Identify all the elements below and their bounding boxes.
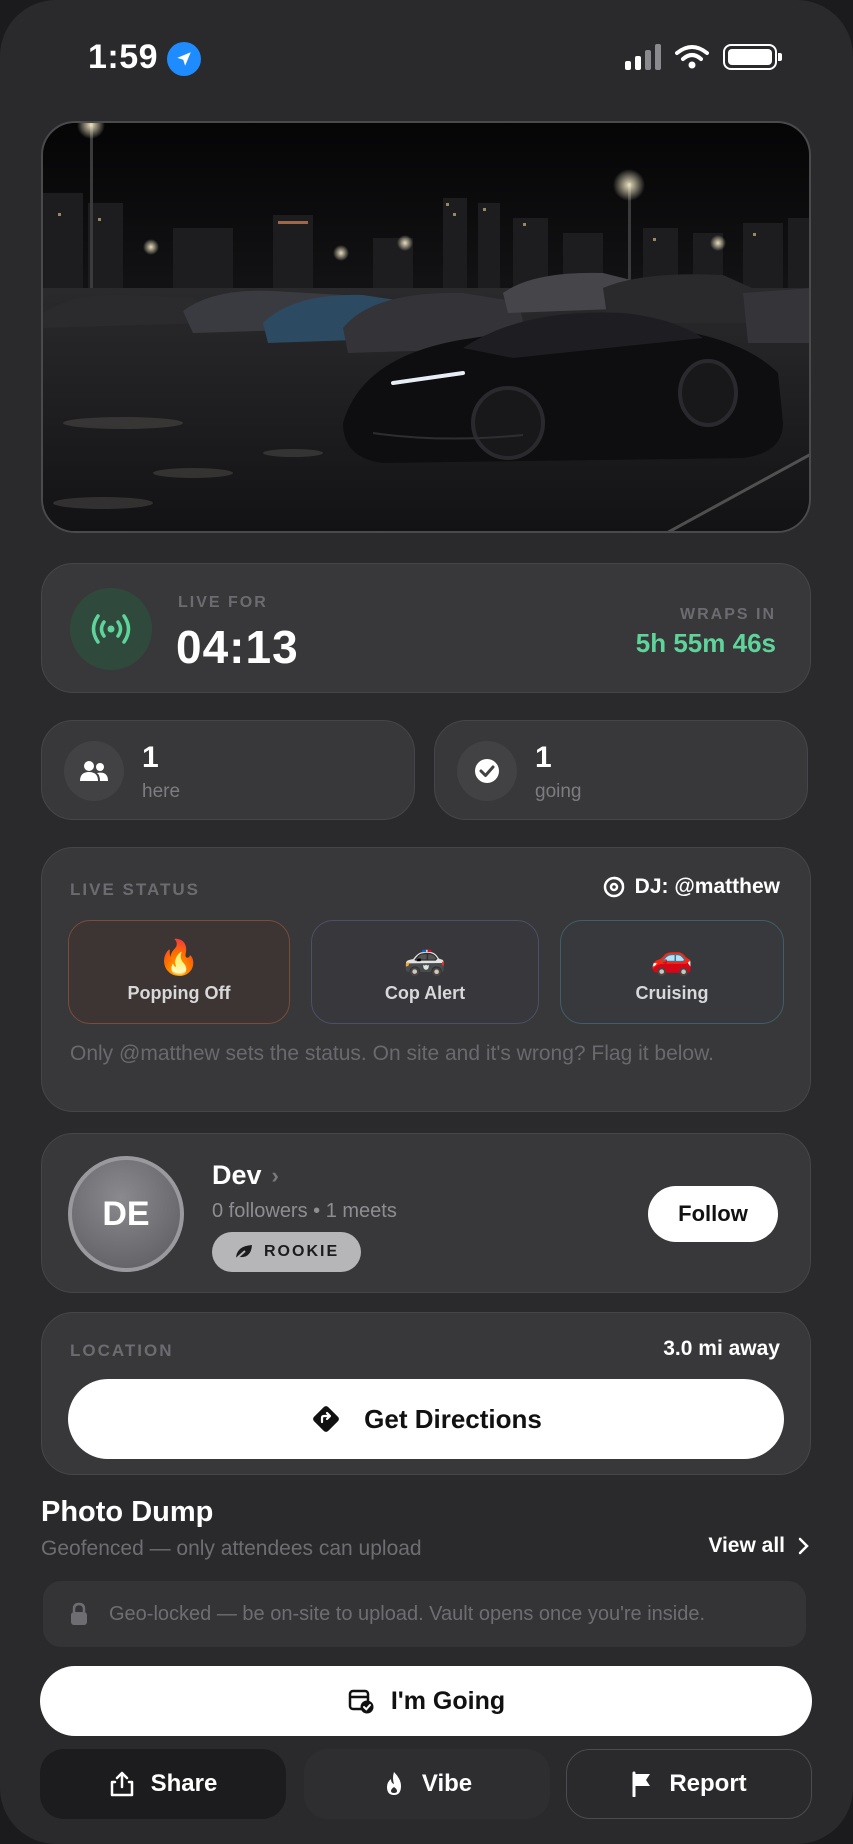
dj-handle: DJ: @matthew [634, 875, 780, 898]
status-cruising-button[interactable]: 🚗 Cruising [560, 920, 784, 1024]
location-arrow-icon [167, 42, 201, 76]
directions-label: Get Directions [364, 1403, 542, 1434]
status-option-label: Cruising [635, 982, 709, 1003]
event-screen: 1:59 LIVE FOR 04:13 WRAPS IN 5h 55m 46s … [0, 0, 853, 1844]
follow-button[interactable]: Follow [648, 1186, 778, 1242]
wraps-in-countdown: 5h 55m 46s [635, 628, 776, 658]
vibe-button[interactable]: Vibe [304, 1749, 550, 1819]
im-going-label: I'm Going [390, 1686, 506, 1715]
signal-icon [625, 44, 661, 70]
check-circle-icon [457, 741, 517, 801]
police-car-icon: 🚓 [403, 937, 447, 978]
here-count-card[interactable]: 1 here [41, 720, 415, 820]
geo-lock-text: Geo-locked — be on-site to upload. Vault… [109, 1602, 706, 1625]
event-hero-image [41, 121, 811, 533]
report-button[interactable]: Report [566, 1749, 812, 1819]
flame-icon [386, 1772, 401, 1795]
fire-icon: 🔥 [157, 937, 201, 978]
battery-icon [723, 44, 782, 70]
status-bar: 1:59 [0, 0, 853, 110]
im-going-button[interactable]: I'm Going [40, 1666, 812, 1736]
location-card: LOCATION 3.0 mi away Get Directions [41, 1312, 811, 1475]
vibe-label: Vibe [421, 1770, 473, 1797]
badge-label: ROOKIE [264, 1243, 340, 1260]
chevron-right-icon [798, 1537, 809, 1555]
view-all-link[interactable]: View all [708, 1534, 809, 1558]
flag-icon [632, 1771, 651, 1797]
chevron-right-icon: › [271, 1162, 279, 1188]
broadcast-icon [70, 588, 152, 670]
here-label: here [142, 781, 181, 802]
live-status-label: LIVE STATUS [70, 880, 200, 899]
photo-dump-subtitle: Geofenced — only attendees can upload [41, 1537, 422, 1560]
status-note: Only @matthew sets the status. On site a… [70, 1042, 714, 1065]
here-count: 1 [142, 741, 159, 774]
status-cop-alert-button[interactable]: 🚓 Cop Alert [311, 920, 539, 1024]
report-label: Report [669, 1770, 747, 1797]
geo-lock-notice: Geo-locked — be on-site to upload. Vault… [43, 1581, 806, 1647]
host-meta: 0 followers • 1 meets [212, 1200, 397, 1222]
location-label: LOCATION [70, 1341, 174, 1360]
people-icon [64, 741, 124, 801]
get-directions-button[interactable]: Get Directions [68, 1379, 784, 1459]
vinyl-icon [603, 876, 624, 898]
lock-icon [71, 1602, 87, 1625]
going-count: 1 [535, 741, 552, 774]
wraps-in-label: WRAPS IN [680, 606, 776, 623]
clock: 1:59 [88, 38, 159, 76]
distance: 3.0 mi away [663, 1337, 780, 1360]
status-option-label: Cop Alert [384, 982, 466, 1003]
host-name: Dev [212, 1160, 262, 1190]
directions-icon [313, 1406, 340, 1432]
host-name-link[interactable]: Dev › [212, 1160, 279, 1191]
share-button[interactable]: Share [40, 1749, 286, 1819]
live-timer-card: LIVE FOR 04:13 WRAPS IN 5h 55m 46s [41, 563, 811, 693]
avatar[interactable]: DE [68, 1156, 184, 1272]
going-count-card[interactable]: 1 going [434, 720, 808, 820]
car-icon: 🚗 [650, 937, 694, 978]
live-for-label: LIVE FOR [178, 594, 268, 611]
live-elapsed-time: 04:13 [176, 621, 299, 673]
view-all-label: View all [708, 1534, 785, 1557]
share-label: Share [150, 1770, 218, 1797]
calendar-check-icon [348, 1689, 374, 1714]
photo-dump-title: Photo Dump [41, 1496, 214, 1528]
share-icon [110, 1771, 133, 1797]
wifi-icon [675, 45, 709, 69]
host-card: DE Dev › 0 followers • 1 meets ROOKIE Fo… [41, 1133, 811, 1293]
status-icons [625, 44, 782, 70]
going-label: going [535, 781, 582, 802]
status-popping-off-button[interactable]: 🔥 Popping Off [68, 920, 290, 1024]
rookie-badge: ROOKIE [212, 1232, 362, 1272]
live-status-card: LIVE STATUS DJ: @matthew 🔥 Popping Off 🚓… [41, 847, 811, 1112]
status-option-label: Popping Off [127, 982, 231, 1003]
dj-tag: DJ: @matthew [601, 874, 780, 900]
leaf-icon [235, 1245, 252, 1260]
